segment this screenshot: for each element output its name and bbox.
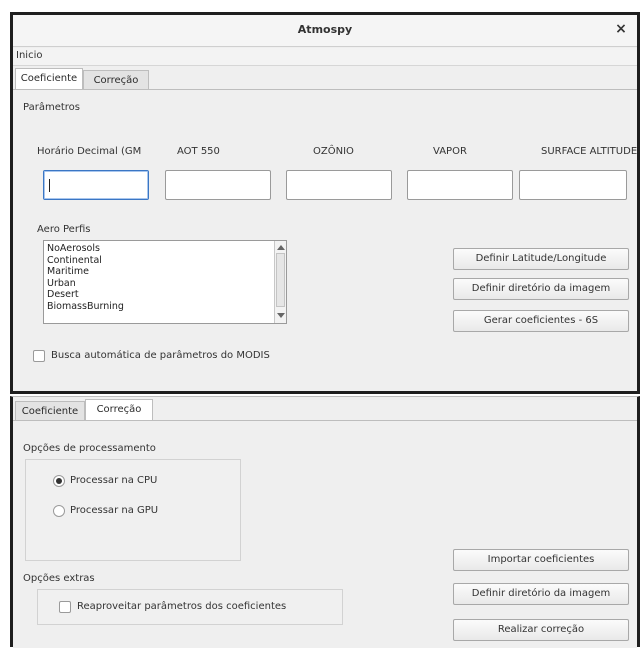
ozonio-input[interactable]	[286, 170, 392, 200]
scroll-thumb[interactable]	[276, 253, 285, 307]
label-ozonio: OZÔNIO	[313, 146, 354, 157]
coeficiente-pane: Parâmetros Horário Decimal (GMT AOT 550 …	[13, 89, 637, 391]
title-bar: Atmospy ×	[13, 15, 637, 47]
cpu-radio-label[interactable]: Processar na CPU	[70, 475, 157, 486]
cpu-radio[interactable]	[53, 475, 65, 487]
aot550-input[interactable]	[165, 170, 271, 200]
gpu-radio-label[interactable]: Processar na GPU	[70, 505, 158, 516]
tab-coeficiente-2[interactable]: Coeficiente	[15, 401, 85, 421]
radio-selected-dot	[56, 478, 62, 484]
list-scrollbar[interactable]	[274, 241, 286, 323]
reuse-checkbox-label[interactable]: Reaproveitar parâmetros dos coeficientes	[77, 601, 286, 612]
gerar-coeficientes-button[interactable]: Gerar coeficientes - 6S	[453, 310, 629, 332]
menu-bar: Inicio	[13, 48, 637, 66]
definir-diretorio-button[interactable]: Definir diretório da imagem	[453, 278, 629, 300]
tab-coeficiente[interactable]: Coeficiente	[15, 68, 83, 90]
definir-diretorio-button-2[interactable]: Definir diretório da imagem	[453, 583, 629, 605]
list-item[interactable]: NoAerosols	[44, 243, 272, 255]
text-cursor	[49, 179, 50, 192]
label-aot550: AOT 550	[177, 146, 220, 157]
importar-coeficientes-button[interactable]: Importar coeficientes	[453, 549, 629, 571]
parametros-title: Parâmetros	[23, 102, 80, 113]
definir-lat-lon-button[interactable]: Definir Latitude/Longitude	[453, 248, 629, 270]
vapor-input[interactable]	[407, 170, 513, 200]
scroll-up-icon[interactable]	[277, 244, 285, 250]
gpu-radio[interactable]	[53, 505, 65, 517]
menu-inicio[interactable]: Inicio	[16, 50, 42, 61]
tab-correcao-2[interactable]: Correção	[85, 399, 153, 421]
main-window: Atmospy × Inicio Coeficiente Correção Pa…	[10, 12, 640, 394]
aero-list-items: NoAerosols Continental Maritime Urban De…	[44, 243, 272, 312]
label-vapor: VAPOR	[433, 146, 467, 157]
label-horario: Horário Decimal (GMT	[37, 146, 141, 157]
aero-perfis-label: Aero Perfis	[37, 224, 91, 235]
list-item[interactable]: Continental	[44, 255, 272, 267]
correcao-pane: Opções de processamento Processar na CPU…	[13, 420, 637, 648]
label-surface-altitude: SURFACE ALTITUDE	[541, 146, 638, 157]
reuse-checkbox[interactable]	[59, 601, 71, 613]
scroll-down-icon[interactable]	[277, 313, 285, 319]
modis-checkbox-label[interactable]: Busca automática de parâmetros do MODIS	[51, 350, 270, 361]
aero-profiles-list[interactable]: NoAerosols Continental Maritime Urban De…	[43, 240, 287, 324]
tab-correcao[interactable]: Correção	[83, 70, 149, 90]
realizar-correcao-button[interactable]: Realizar correção	[453, 619, 629, 641]
processing-title: Opções de processamento	[23, 443, 156, 454]
list-item[interactable]: Desert	[44, 289, 272, 301]
list-item[interactable]: Urban	[44, 278, 272, 290]
extras-title: Opções extras	[23, 573, 95, 584]
modis-checkbox[interactable]	[33, 350, 45, 362]
close-icon[interactable]: ×	[611, 21, 631, 41]
list-item[interactable]: Maritime	[44, 266, 272, 278]
window-title: Atmospy	[297, 23, 353, 36]
correcao-window: Coeficiente Correção Opções de processam…	[10, 396, 640, 648]
horario-input[interactable]	[43, 170, 149, 200]
surface-altitude-input[interactable]	[519, 170, 627, 200]
list-item[interactable]: BiomassBurning	[44, 301, 272, 313]
